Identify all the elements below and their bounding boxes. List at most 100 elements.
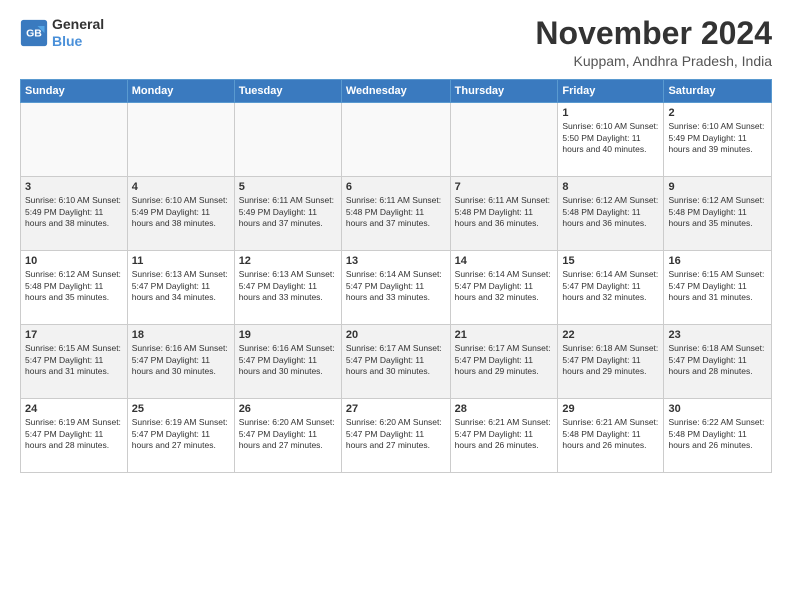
day-info: Sunrise: 6:22 AM Sunset: 5:48 PM Dayligh… bbox=[668, 417, 767, 451]
day-cell: 27 Sunrise: 6:20 AM Sunset: 5:47 PM Dayli… bbox=[341, 399, 450, 473]
day-cell: 30 Sunrise: 6:22 AM Sunset: 5:48 PM Dayli… bbox=[664, 399, 772, 473]
day-info: Sunrise: 6:18 AM Sunset: 5:47 PM Dayligh… bbox=[668, 343, 767, 377]
day-number: 27 bbox=[346, 403, 446, 415]
header: GB General Blue November 2024 Kuppam, An… bbox=[20, 16, 772, 69]
day-info: Sunrise: 6:16 AM Sunset: 5:47 PM Dayligh… bbox=[132, 343, 230, 377]
day-cell: 22 Sunrise: 6:18 AM Sunset: 5:47 PM Dayli… bbox=[558, 325, 664, 399]
day-number: 29 bbox=[562, 403, 659, 415]
day-cell: 17Sunrise: 6:15 AM Sunset: 5:47 PM Dayli… bbox=[21, 325, 128, 399]
day-info: Sunrise: 6:17 AM Sunset: 5:47 PM Dayligh… bbox=[346, 343, 446, 377]
col-header-friday: Friday bbox=[558, 80, 664, 103]
day-number: 13 bbox=[346, 255, 446, 267]
day-info: Sunrise: 6:21 AM Sunset: 5:47 PM Dayligh… bbox=[455, 417, 554, 451]
day-number: 15 bbox=[562, 255, 659, 267]
day-info: Sunrise: 6:13 AM Sunset: 5:47 PM Dayligh… bbox=[239, 269, 337, 303]
day-number: 4 bbox=[132, 181, 230, 193]
day-number: 18 bbox=[132, 329, 230, 341]
col-header-monday: Monday bbox=[127, 80, 234, 103]
day-cell: 4Sunrise: 6:10 AM Sunset: 5:49 PM Daylig… bbox=[127, 177, 234, 251]
day-number: 28 bbox=[455, 403, 554, 415]
page: GB General Blue November 2024 Kuppam, An… bbox=[0, 0, 792, 612]
day-number: 9 bbox=[668, 181, 767, 193]
day-cell: 3Sunrise: 6:10 AM Sunset: 5:49 PM Daylig… bbox=[21, 177, 128, 251]
day-info: Sunrise: 6:14 AM Sunset: 5:47 PM Dayligh… bbox=[346, 269, 446, 303]
subtitle: Kuppam, Andhra Pradesh, India bbox=[535, 53, 772, 69]
day-cell bbox=[450, 103, 558, 177]
day-cell: 29 Sunrise: 6:21 AM Sunset: 5:48 PM Dayli… bbox=[558, 399, 664, 473]
day-cell bbox=[21, 103, 128, 177]
svg-text:GB: GB bbox=[26, 27, 42, 39]
day-cell: 23Sunrise: 6:18 AM Sunset: 5:47 PM Dayli… bbox=[664, 325, 772, 399]
day-info: Sunrise: 6:17 AM Sunset: 5:47 PM Dayligh… bbox=[455, 343, 554, 377]
day-cell: 19 Sunrise: 6:16 AM Sunset: 5:47 PM Dayli… bbox=[234, 325, 341, 399]
day-info: Sunrise: 6:18 AM Sunset: 5:47 PM Dayligh… bbox=[562, 343, 659, 377]
day-number: 20 bbox=[346, 329, 446, 341]
day-cell: 11 Sunrise: 6:13 AM Sunset: 5:47 PM Dayli… bbox=[127, 251, 234, 325]
day-number: 25 bbox=[132, 403, 230, 415]
day-info: Sunrise: 6:13 AM Sunset: 5:47 PM Dayligh… bbox=[132, 269, 230, 303]
calendar-table: SundayMondayTuesdayWednesdayThursdayFrid… bbox=[20, 79, 772, 473]
day-info: Sunrise: 6:12 AM Sunset: 5:48 PM Dayligh… bbox=[25, 269, 123, 303]
col-header-tuesday: Tuesday bbox=[234, 80, 341, 103]
day-cell: 5Sunrise: 6:11 AM Sunset: 5:49 PM Daylig… bbox=[234, 177, 341, 251]
day-info: Sunrise: 6:19 AM Sunset: 5:47 PM Dayligh… bbox=[25, 417, 123, 451]
day-info: Sunrise: 6:16 AM Sunset: 5:47 PM Dayligh… bbox=[239, 343, 337, 377]
col-header-wednesday: Wednesday bbox=[341, 80, 450, 103]
day-cell: 25 Sunrise: 6:19 AM Sunset: 5:47 PM Dayli… bbox=[127, 399, 234, 473]
day-info: Sunrise: 6:10 AM Sunset: 5:49 PM Dayligh… bbox=[668, 121, 767, 155]
day-number: 22 bbox=[562, 329, 659, 341]
day-cell bbox=[234, 103, 341, 177]
day-info: Sunrise: 6:12 AM Sunset: 5:48 PM Dayligh… bbox=[562, 195, 659, 229]
day-cell: 24Sunrise: 6:19 AM Sunset: 5:47 PM Dayli… bbox=[21, 399, 128, 473]
day-cell: 1 Sunrise: 6:10 AM Sunset: 5:50 PM Daylig… bbox=[558, 103, 664, 177]
day-cell: 10 Sunrise: 6:12 AM Sunset: 5:48 PM Dayli… bbox=[21, 251, 128, 325]
day-number: 5 bbox=[239, 181, 337, 193]
day-number: 17 bbox=[25, 329, 123, 341]
logo-icon: GB bbox=[20, 19, 48, 47]
day-cell: 6 Sunrise: 6:11 AM Sunset: 5:48 PM Daylig… bbox=[341, 177, 450, 251]
day-cell: 28 Sunrise: 6:21 AM Sunset: 5:47 PM Dayli… bbox=[450, 399, 558, 473]
col-header-thursday: Thursday bbox=[450, 80, 558, 103]
day-number: 16 bbox=[668, 255, 767, 267]
week-row-5: 24Sunrise: 6:19 AM Sunset: 5:47 PM Dayli… bbox=[21, 399, 772, 473]
month-title: November 2024 bbox=[535, 16, 772, 51]
day-number: 14 bbox=[455, 255, 554, 267]
day-cell bbox=[341, 103, 450, 177]
col-header-sunday: Sunday bbox=[21, 80, 128, 103]
day-number: 10 bbox=[25, 255, 123, 267]
day-number: 30 bbox=[668, 403, 767, 415]
day-cell: 18 Sunrise: 6:16 AM Sunset: 5:47 PM Dayli… bbox=[127, 325, 234, 399]
logo: GB General Blue bbox=[20, 16, 104, 50]
day-cell: 2Sunrise: 6:10 AM Sunset: 5:49 PM Daylig… bbox=[664, 103, 772, 177]
day-info: Sunrise: 6:19 AM Sunset: 5:47 PM Dayligh… bbox=[132, 417, 230, 451]
day-info: Sunrise: 6:10 AM Sunset: 5:50 PM Dayligh… bbox=[562, 121, 659, 155]
week-row-2: 3Sunrise: 6:10 AM Sunset: 5:49 PM Daylig… bbox=[21, 177, 772, 251]
day-info: Sunrise: 6:14 AM Sunset: 5:47 PM Dayligh… bbox=[455, 269, 554, 303]
day-number: 19 bbox=[239, 329, 337, 341]
col-header-saturday: Saturday bbox=[664, 80, 772, 103]
day-info: Sunrise: 6:11 AM Sunset: 5:48 PM Dayligh… bbox=[346, 195, 446, 229]
title-block: November 2024 Kuppam, Andhra Pradesh, In… bbox=[535, 16, 772, 69]
day-info: Sunrise: 6:14 AM Sunset: 5:47 PM Dayligh… bbox=[562, 269, 659, 303]
day-cell: 13 Sunrise: 6:14 AM Sunset: 5:47 PM Dayli… bbox=[341, 251, 450, 325]
day-number: 7 bbox=[455, 181, 554, 193]
day-number: 12 bbox=[239, 255, 337, 267]
week-row-1: 1 Sunrise: 6:10 AM Sunset: 5:50 PM Daylig… bbox=[21, 103, 772, 177]
day-number: 26 bbox=[239, 403, 337, 415]
day-info: Sunrise: 6:21 AM Sunset: 5:48 PM Dayligh… bbox=[562, 417, 659, 451]
day-cell bbox=[127, 103, 234, 177]
day-cell: 16 Sunrise: 6:15 AM Sunset: 5:47 PM Dayli… bbox=[664, 251, 772, 325]
day-number: 11 bbox=[132, 255, 230, 267]
day-number: 1 bbox=[562, 107, 659, 119]
day-cell: 20 Sunrise: 6:17 AM Sunset: 5:47 PM Dayli… bbox=[341, 325, 450, 399]
logo-text: General Blue bbox=[52, 16, 104, 50]
day-info: Sunrise: 6:15 AM Sunset: 5:47 PM Dayligh… bbox=[668, 269, 767, 303]
day-number: 3 bbox=[25, 181, 123, 193]
day-number: 6 bbox=[346, 181, 446, 193]
header-row: SundayMondayTuesdayWednesdayThursdayFrid… bbox=[21, 80, 772, 103]
day-number: 21 bbox=[455, 329, 554, 341]
day-cell: 8Sunrise: 6:12 AM Sunset: 5:48 PM Daylig… bbox=[558, 177, 664, 251]
day-cell: 14 Sunrise: 6:14 AM Sunset: 5:47 PM Dayli… bbox=[450, 251, 558, 325]
day-info: Sunrise: 6:20 AM Sunset: 5:47 PM Dayligh… bbox=[346, 417, 446, 451]
day-info: Sunrise: 6:11 AM Sunset: 5:48 PM Dayligh… bbox=[455, 195, 554, 229]
